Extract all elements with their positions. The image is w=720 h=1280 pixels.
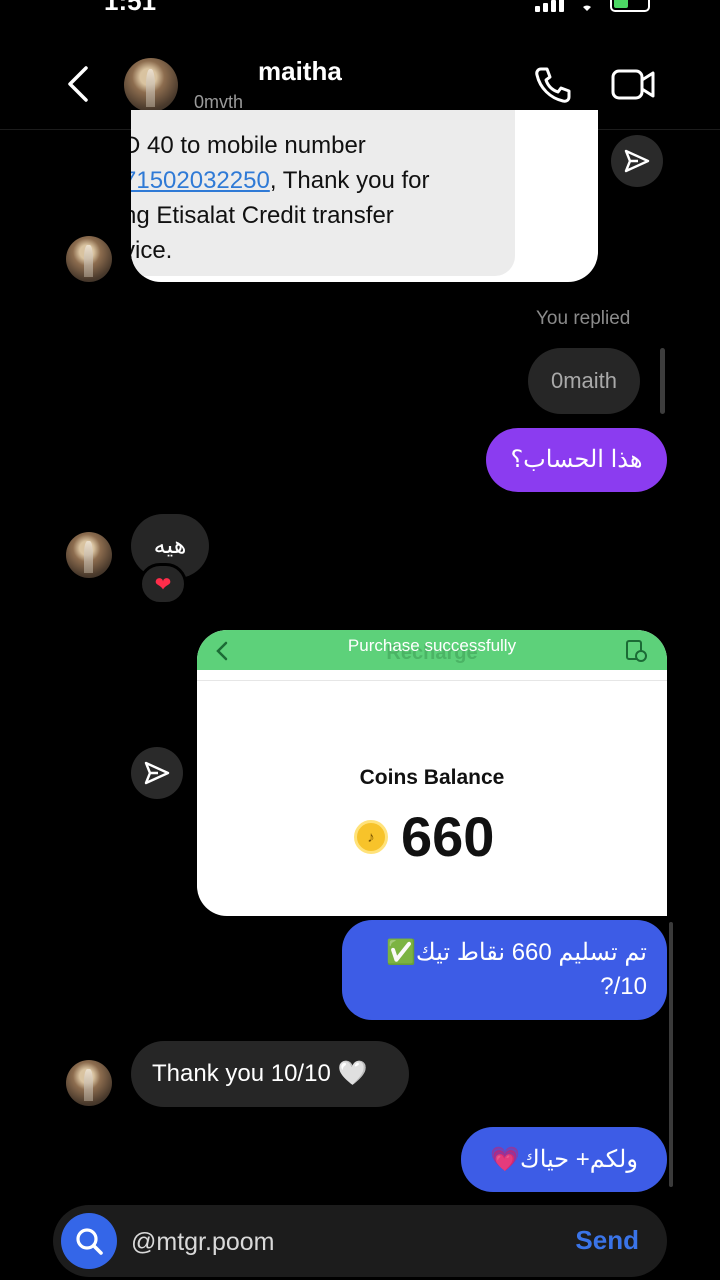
outgoing-message[interactable]: ولكم+ حياك💗 xyxy=(461,1127,667,1192)
avatar[interactable] xyxy=(66,1060,112,1106)
outgoing-message[interactable]: تم تسليم 660 نقاط تيك✅ 10/? xyxy=(342,920,667,1020)
you-replied-label: You replied xyxy=(536,308,631,329)
share-icon xyxy=(624,149,650,173)
avatar[interactable] xyxy=(66,532,112,578)
message-text: Thank you 10/10 🤍 xyxy=(152,1060,368,1087)
shared-message-card[interactable]: D 40 to mobile number 71502032250, Thank… xyxy=(131,110,598,282)
share-icon xyxy=(144,761,170,785)
shared-message-inner: D 40 to mobile number 71502032250, Thank… xyxy=(131,110,515,276)
message-text: ولكم+ حياك💗 xyxy=(490,1145,638,1173)
receipt-image[interactable]: Recharge Purchase successfully Coins Bal… xyxy=(197,630,667,916)
avatar[interactable] xyxy=(66,236,112,282)
message-input[interactable] xyxy=(131,1223,551,1261)
divider xyxy=(197,680,667,681)
coins-balance-value: 660 xyxy=(401,805,495,868)
status-time: 1:51 xyxy=(104,0,157,16)
signal-icon xyxy=(535,0,564,12)
avatar[interactable] xyxy=(124,58,178,112)
shared-share-button[interactable] xyxy=(131,747,183,799)
phone-icon[interactable] xyxy=(532,64,574,106)
back-chevron-icon xyxy=(216,641,228,661)
receipt-topbar: Recharge Purchase successfully xyxy=(197,630,667,670)
send-button[interactable]: Send xyxy=(575,1225,639,1256)
contact-name[interactable]: maitha xyxy=(258,56,342,87)
message-text: هذا الحساب؟ xyxy=(510,446,643,473)
reaction-heart[interactable]: ❤ xyxy=(139,563,187,605)
video-camera-icon[interactable] xyxy=(610,64,656,104)
shared-message-text: D 40 to mobile number 71502032250, Thank… xyxy=(131,128,483,268)
status-icons xyxy=(535,0,650,12)
phone-link[interactable]: 71502032250 xyxy=(131,167,270,194)
coin-icon: ♪ xyxy=(354,820,388,854)
purchase-toast: Purchase successfully xyxy=(347,636,517,655)
message-text: تم تسليم 660 نقاط تيك✅ 10/? xyxy=(386,939,647,1000)
search-button[interactable] xyxy=(61,1213,117,1269)
outgoing-message[interactable]: هذا الحساب؟ xyxy=(486,428,667,492)
reply-quote[interactable]: 0maith xyxy=(528,348,640,414)
incoming-message[interactable]: Thank you 10/10 🤍 xyxy=(131,1041,409,1107)
message-composer: Send xyxy=(53,1205,667,1277)
document-icon xyxy=(626,640,647,662)
wifi-icon xyxy=(583,5,591,11)
search-icon xyxy=(76,1228,103,1255)
scroll-indicator[interactable] xyxy=(669,922,673,1187)
coins-balance-label: Coins Balance xyxy=(359,766,505,789)
battery-icon xyxy=(610,0,650,12)
message-text: هيه xyxy=(153,532,187,559)
reply-quote-bar xyxy=(660,348,665,414)
back-chevron-icon[interactable] xyxy=(62,64,98,104)
share-button[interactable] xyxy=(611,135,663,187)
